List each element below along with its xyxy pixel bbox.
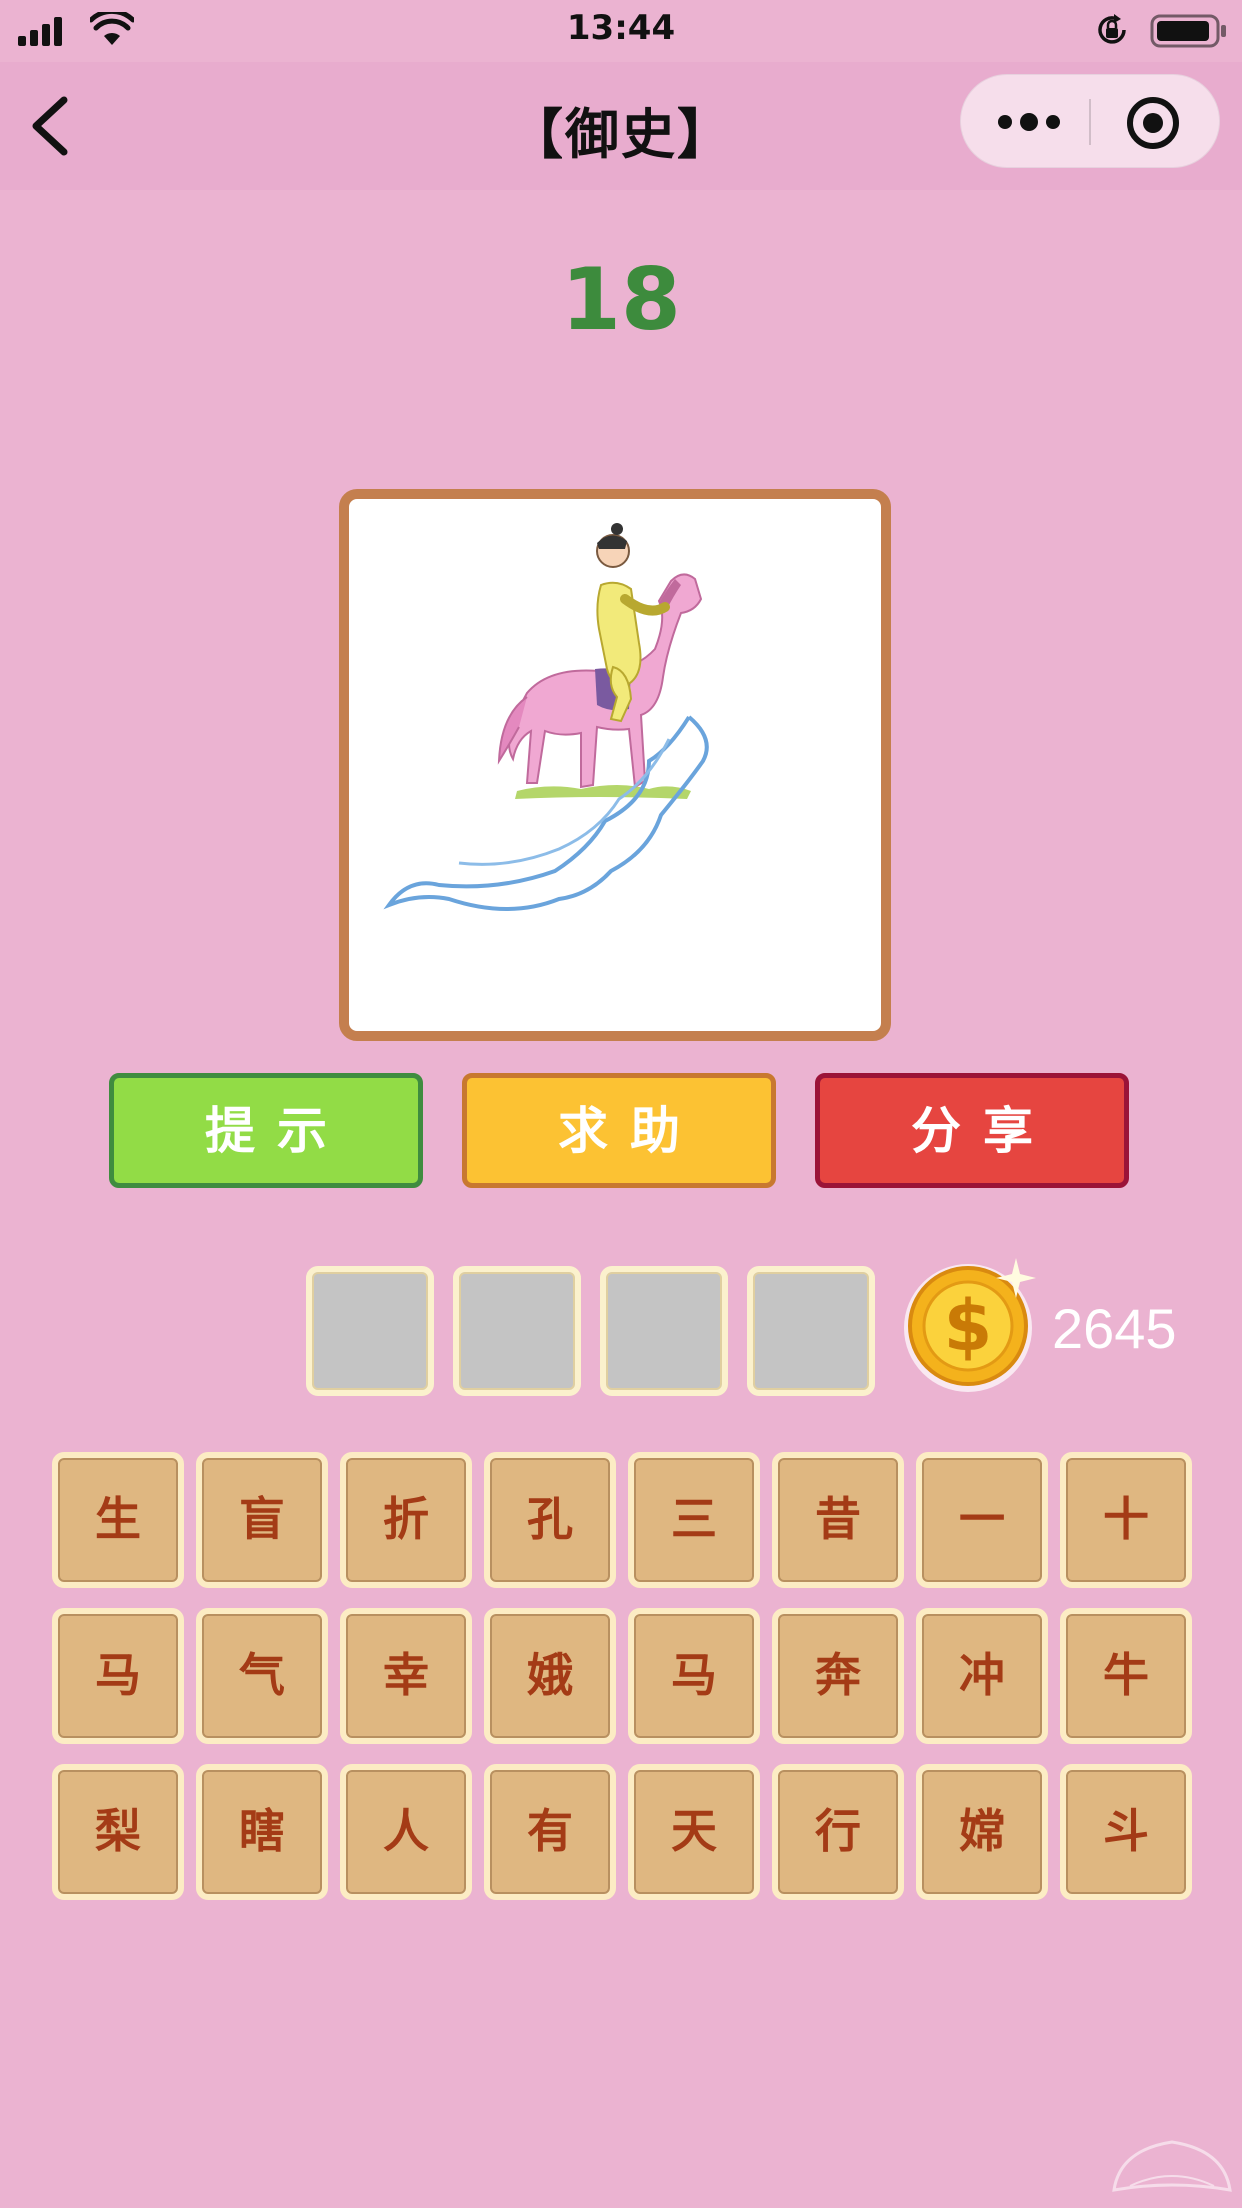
character-tile[interactable]: 天 [628, 1764, 760, 1900]
gold-coin-icon: $ [904, 1258, 1036, 1392]
answer-slot[interactable] [453, 1266, 581, 1396]
character-tile[interactable]: 十 [1060, 1452, 1192, 1588]
answer-slot[interactable] [306, 1266, 434, 1396]
character-tile[interactable]: 马 [628, 1608, 760, 1744]
battery-icon [1150, 14, 1226, 48]
status-bar: 13:44 [0, 0, 1242, 62]
character-tile[interactable]: 嫦 [916, 1764, 1048, 1900]
character-tile[interactable]: 斗 [1060, 1764, 1192, 1900]
character-tile[interactable]: 生 [52, 1452, 184, 1588]
character-tile[interactable]: 幸 [340, 1608, 472, 1744]
character-tile[interactable]: 三 [628, 1452, 760, 1588]
rider-on-horse-illustration [383, 523, 709, 911]
character-tile[interactable]: 盲 [196, 1452, 328, 1588]
character-tile[interactable]: 气 [196, 1608, 328, 1744]
character-tile[interactable]: 昔 [772, 1452, 904, 1588]
character-tile[interactable]: 一 [916, 1452, 1048, 1588]
rotation-lock-icon [1098, 14, 1126, 44]
character-tile[interactable]: 瞎 [196, 1764, 328, 1900]
character-tile[interactable]: 梨 [52, 1764, 184, 1900]
watermark-logo-icon [1112, 2140, 1232, 2192]
capsule-divider [1089, 99, 1091, 145]
character-tile[interactable]: 冲 [916, 1608, 1048, 1744]
level-number: 18 [561, 250, 681, 350]
character-tile[interactable]: 折 [340, 1452, 472, 1588]
puzzle-image [339, 489, 891, 1041]
character-tile[interactable]: 人 [340, 1764, 472, 1900]
character-tile[interactable]: 孔 [484, 1452, 616, 1588]
character-tile[interactable]: 有 [484, 1764, 616, 1900]
svg-text:$: $ [944, 1285, 993, 1367]
answer-slot[interactable] [600, 1266, 728, 1396]
answer-slot[interactable] [747, 1266, 875, 1396]
character-tile[interactable]: 行 [772, 1764, 904, 1900]
nav-bar: 【御史】 [0, 62, 1242, 190]
character-tile[interactable]: 马 [52, 1608, 184, 1744]
character-tile[interactable]: 娥 [484, 1608, 616, 1744]
share-button[interactable]: 分享 [815, 1073, 1129, 1188]
status-time: 13:44 [566, 8, 676, 48]
more-icon[interactable] [991, 97, 1067, 147]
help-button[interactable]: 求助 [462, 1073, 776, 1188]
close-miniprogram-icon[interactable] [1125, 95, 1181, 151]
hint-button[interactable]: 提示 [109, 1073, 423, 1188]
coin-count: 2645 [1052, 1297, 1177, 1360]
character-tile[interactable]: 奔 [772, 1608, 904, 1744]
miniprogram-capsule [960, 74, 1220, 168]
character-tile[interactable]: 牛 [1060, 1608, 1192, 1744]
